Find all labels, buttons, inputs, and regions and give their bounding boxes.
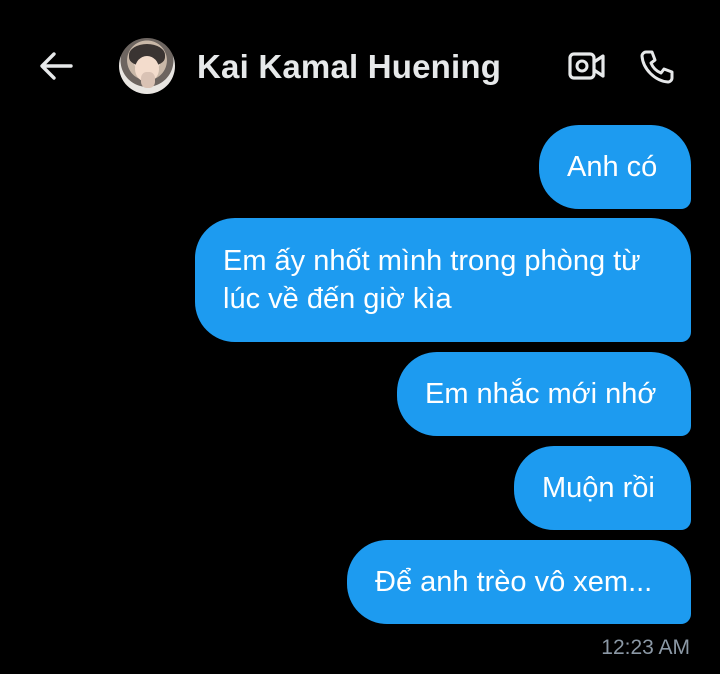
message-bubble[interactable]: Em nhắc mới nhớ: [397, 352, 691, 436]
message-text: Để anh trèo vô xem...: [375, 566, 653, 598]
message-text: Muộn rồi: [542, 472, 655, 504]
message-text: Em nhắc mới nhớ: [425, 378, 657, 410]
back-button[interactable]: [36, 46, 76, 86]
message-text: Em ấy nhốt mình trong phòng từ lúc về đế…: [223, 245, 641, 315]
message-bubble[interactable]: Anh có: [539, 125, 691, 209]
message-bubble[interactable]: Em ấy nhốt mình trong phòng từ lúc về đế…: [195, 218, 691, 342]
conversation-header: Kai Kamal Huening: [0, 0, 720, 120]
message-timestamp: 12:23 AM: [601, 636, 690, 659]
video-call-button[interactable]: [566, 46, 608, 86]
message-bubble[interactable]: Để anh trèo vô xem...: [347, 540, 691, 624]
contact-name[interactable]: Kai Kamal Huening: [197, 48, 501, 86]
voice-call-button[interactable]: [636, 46, 678, 88]
phone-icon: [640, 50, 674, 84]
arrow-left-icon: [40, 52, 73, 80]
message-bubble[interactable]: Muộn rồi: [514, 446, 691, 530]
video-call-icon: [568, 52, 605, 80]
avatar[interactable]: [119, 38, 175, 94]
message-text: Anh có: [567, 151, 658, 183]
